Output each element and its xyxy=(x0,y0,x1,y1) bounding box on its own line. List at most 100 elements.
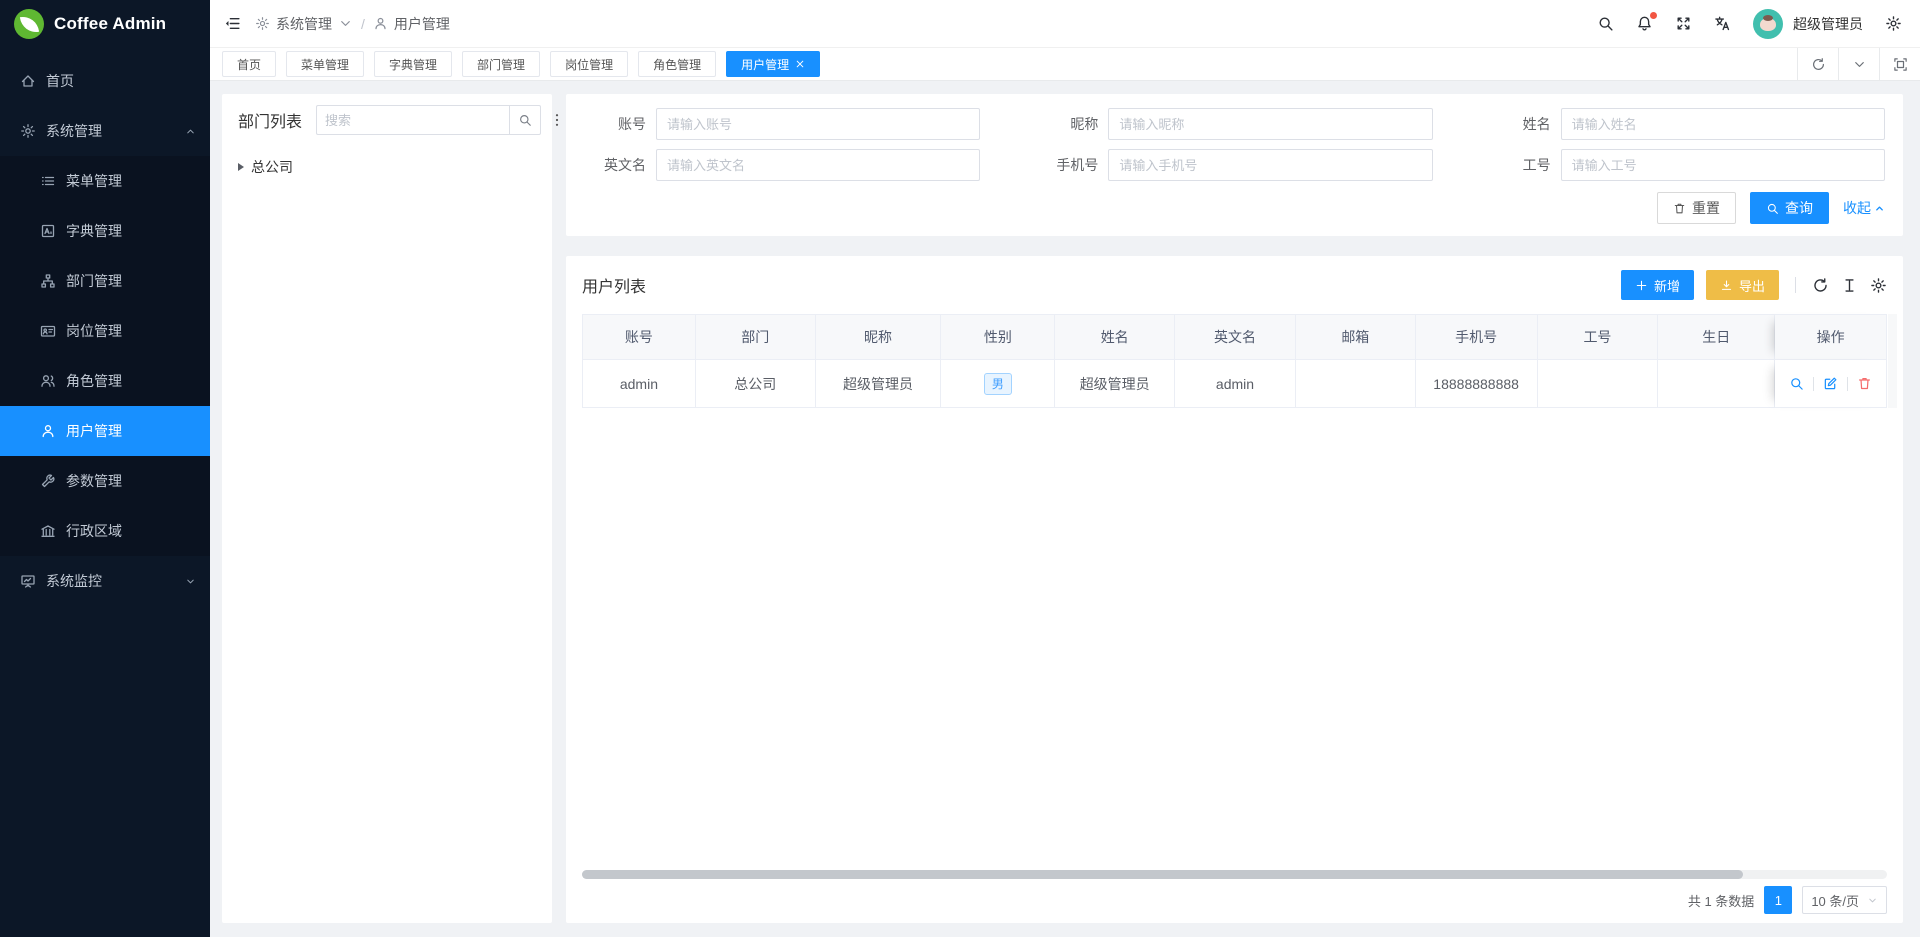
tab-label: 部门管理 xyxy=(477,56,525,73)
language-switch-button[interactable] xyxy=(1714,15,1731,32)
column-settings-button[interactable] xyxy=(1870,277,1887,294)
query-button-label: 查询 xyxy=(1785,198,1813,218)
row-density-button[interactable] xyxy=(1841,277,1858,294)
tab-home[interactable]: 首页 xyxy=(222,51,276,77)
sidebar-item-home[interactable]: 首页 xyxy=(0,56,210,106)
table-vertical-scrollbar[interactable] xyxy=(1888,314,1897,408)
sidebar-item-dept-management[interactable]: 部门管理 xyxy=(0,256,210,306)
column-header-job-no: 工号 xyxy=(1538,314,1659,360)
job-no-input[interactable] xyxy=(1561,149,1885,181)
search-icon xyxy=(1766,202,1779,215)
query-button[interactable]: 查询 xyxy=(1750,192,1829,224)
top-header: 系统管理 / 用户管理 超级管理员 xyxy=(210,0,1920,48)
field-label: 英文名 xyxy=(584,155,656,175)
en-name-input[interactable] xyxy=(656,149,980,181)
sidebar-item-dict-management[interactable]: 字典管理 xyxy=(0,206,210,256)
export-button[interactable]: 导出 xyxy=(1706,270,1779,300)
list-icon xyxy=(40,173,56,189)
view-row-button[interactable] xyxy=(1789,376,1804,391)
sidebar-item-admin-region[interactable]: 行政区域 xyxy=(0,506,210,556)
fullscreen-button[interactable] xyxy=(1675,15,1692,32)
tab-dict-management[interactable]: 字典管理 xyxy=(374,51,452,77)
tab-dept-management[interactable]: 部门管理 xyxy=(462,51,540,77)
collapse-form-link[interactable]: 收起 xyxy=(1843,198,1885,218)
cell-actions xyxy=(1775,360,1887,408)
breadcrumb-level1[interactable]: 系统管理 xyxy=(276,14,332,34)
trash-icon xyxy=(1857,376,1872,391)
horizontal-scrollbar[interactable] xyxy=(582,870,1887,879)
app-logo[interactable]: Coffee Admin xyxy=(0,0,210,48)
translate-icon xyxy=(1714,15,1731,32)
notifications-button[interactable] xyxy=(1636,15,1653,32)
phone-input[interactable] xyxy=(1108,149,1432,181)
cell-name: 超级管理员 xyxy=(1055,360,1175,408)
tree-more-actions-button[interactable] xyxy=(549,112,565,128)
tab-user-management[interactable]: 用户管理 xyxy=(726,51,820,77)
tab-menu-dropdown-button[interactable] xyxy=(1838,48,1879,80)
tab-menu-management[interactable]: 菜单管理 xyxy=(286,51,364,77)
delete-row-button[interactable] xyxy=(1857,376,1872,391)
sidebar-item-label: 系统管理 xyxy=(46,121,175,141)
tab-role-management[interactable]: 角色管理 xyxy=(638,51,716,77)
chevron-up-icon xyxy=(1874,203,1885,214)
close-icon[interactable] xyxy=(795,59,805,69)
plus-icon xyxy=(1635,279,1648,292)
field-label: 账号 xyxy=(584,114,656,134)
table-row[interactable]: admin 总公司 超级管理员 男 超级管理员 admin 1888888888… xyxy=(582,360,1887,408)
text-height-icon xyxy=(1841,277,1858,294)
sidebar-item-system-management[interactable]: 系统管理 xyxy=(0,106,210,156)
column-header-sex: 性别 xyxy=(941,314,1055,360)
department-search-button[interactable] xyxy=(509,105,541,135)
field-label: 昵称 xyxy=(1036,114,1108,134)
chevron-down-icon xyxy=(338,16,353,31)
sidebar-item-param-management[interactable]: 参数管理 xyxy=(0,456,210,506)
sidebar-item-menu-management[interactable]: 菜单管理 xyxy=(0,156,210,206)
sidebar-item-post-management[interactable]: 岗位管理 xyxy=(0,306,210,356)
collapse-sidebar-button[interactable] xyxy=(224,15,241,32)
sidebar-item-label: 菜单管理 xyxy=(66,171,196,191)
sidebar-item-system-monitor[interactable]: 系统监控 xyxy=(0,556,210,606)
global-search-button[interactable] xyxy=(1597,15,1614,32)
tab-label: 岗位管理 xyxy=(565,56,613,73)
breadcrumb-separator: / xyxy=(359,16,367,32)
gear-icon xyxy=(1885,15,1902,32)
edit-icon xyxy=(1823,376,1838,391)
tree-node-root[interactable]: 总公司 xyxy=(238,152,536,182)
tree-expand-icon[interactable] xyxy=(238,163,244,171)
reset-button[interactable]: 重置 xyxy=(1657,192,1736,224)
department-search-input[interactable] xyxy=(316,105,509,135)
tab-label: 首页 xyxy=(237,56,261,73)
app-title: Coffee Admin xyxy=(54,14,166,34)
chevron-up-icon xyxy=(185,126,196,137)
user-name[interactable]: 超级管理员 xyxy=(1793,14,1863,34)
sidebar-item-label: 行政区域 xyxy=(66,521,196,541)
account-input[interactable] xyxy=(656,108,980,140)
page-size-select[interactable]: 10 条/页 xyxy=(1802,886,1887,914)
edit-row-button[interactable] xyxy=(1823,376,1838,391)
column-header-phone: 手机号 xyxy=(1416,314,1538,360)
cell-birthday xyxy=(1658,360,1775,408)
horizontal-scrollbar-thumb[interactable] xyxy=(582,870,1743,879)
add-user-button[interactable]: 新增 xyxy=(1621,270,1694,300)
sidebar-item-user-management[interactable]: 用户管理 xyxy=(0,406,210,456)
column-header-name: 姓名 xyxy=(1055,314,1175,360)
user-avatar[interactable] xyxy=(1753,9,1783,39)
nickname-input[interactable] xyxy=(1108,108,1432,140)
tab-post-management[interactable]: 岗位管理 xyxy=(550,51,628,77)
sidebar-item-role-management[interactable]: 角色管理 xyxy=(0,356,210,406)
maximize-content-button[interactable] xyxy=(1879,48,1920,80)
name-input[interactable] xyxy=(1561,108,1885,140)
department-panel-title: 部门列表 xyxy=(238,108,302,132)
cell-en-name: admin xyxy=(1175,360,1296,408)
cell-nickname: 超级管理员 xyxy=(816,360,942,408)
breadcrumb: 系统管理 / 用户管理 xyxy=(255,14,450,34)
settings-button[interactable] xyxy=(1885,15,1902,32)
fullscreen-icon xyxy=(1675,15,1692,32)
refresh-tab-button[interactable] xyxy=(1797,48,1838,80)
refresh-icon xyxy=(1812,277,1829,294)
tab-bar: 首页 菜单管理 字典管理 部门管理 岗位管理 角色管理 用户管理 xyxy=(210,48,1920,81)
refresh-table-button[interactable] xyxy=(1812,277,1829,294)
field-phone: 手机号 xyxy=(1036,149,1432,181)
chevron-down-icon xyxy=(185,576,196,587)
page-number-button[interactable]: 1 xyxy=(1764,886,1792,914)
